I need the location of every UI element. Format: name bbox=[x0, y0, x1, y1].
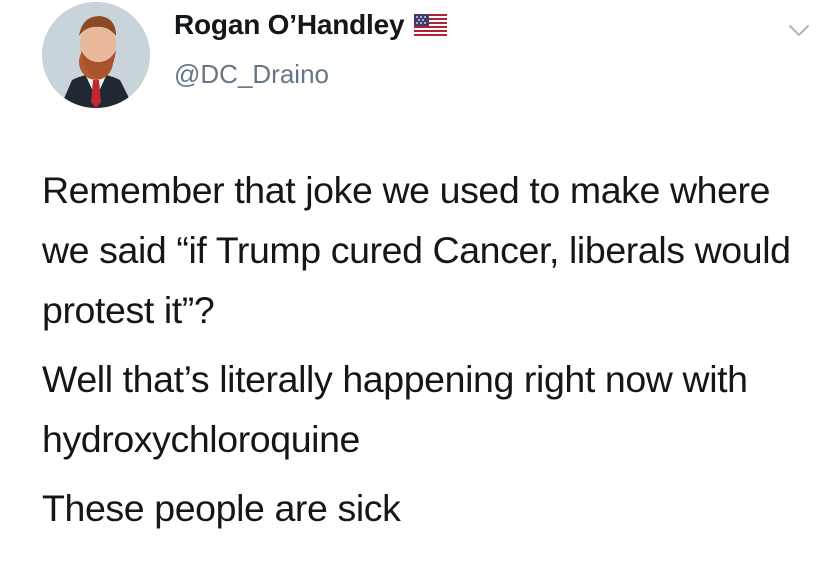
avatar[interactable] bbox=[42, 2, 150, 108]
tweet-text: Remember that joke we used to make where… bbox=[42, 160, 812, 547]
us-flag-icon bbox=[414, 14, 448, 36]
tweet-card: Rogan O’Handley @DC_Draino Remember that… bbox=[0, 0, 828, 579]
tweet-header: Rogan O’Handley @DC_Draino bbox=[42, 0, 802, 110]
chevron-down-icon[interactable] bbox=[788, 24, 810, 38]
name-row: Rogan O’Handley bbox=[174, 9, 448, 41]
avatar-icon bbox=[42, 2, 150, 108]
display-name[interactable]: Rogan O’Handley bbox=[174, 9, 405, 41]
tweet-paragraph: Remember that joke we used to make where… bbox=[42, 169, 791, 331]
tweet-paragraph: These people are sick bbox=[42, 487, 401, 529]
user-handle[interactable]: @DC_Draino bbox=[174, 59, 329, 90]
tweet-paragraph: Well that’s literally happening right no… bbox=[42, 358, 748, 460]
